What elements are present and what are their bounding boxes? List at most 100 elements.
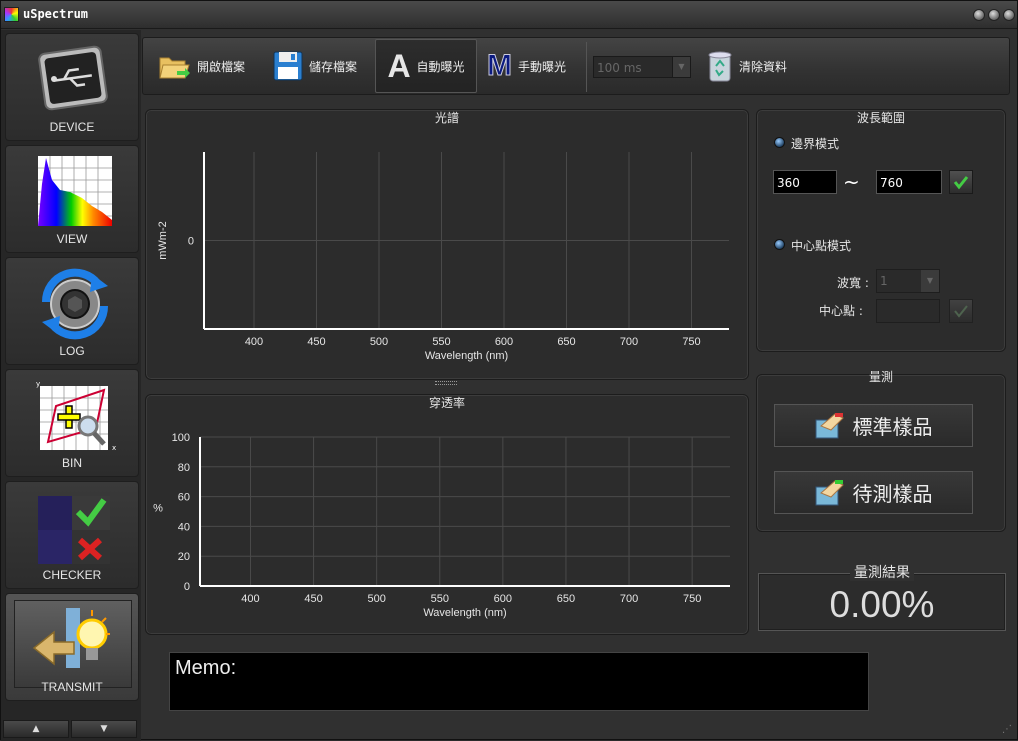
clear-data-label: 清除資料: [739, 59, 788, 74]
measurement-panel-title: 量測: [868, 370, 893, 384]
x-tick-label: 700: [620, 593, 638, 605]
save-file-label: 儲存檔案: [309, 59, 358, 74]
y-tick-label: 60: [178, 492, 190, 504]
center-point-label: 中心點 :: [819, 304, 863, 318]
spectrum-panel-title: 光譜: [434, 111, 459, 125]
x-tick-label: 600: [494, 593, 512, 605]
x-tick-label: 450: [304, 593, 322, 605]
save-file-button[interactable]: 儲存檔案: [273, 39, 357, 93]
open-file-label: 開啟檔案: [197, 59, 246, 74]
auto-a-icon: A: [387, 47, 411, 84]
sidebar-item-view[interactable]: VIEW: [5, 145, 139, 253]
exposure-time-select[interactable]: 100 ms ▼: [593, 56, 691, 78]
sidebar-item-checker[interactable]: CHECKER: [5, 481, 139, 589]
manual-exposure-label: 手動曝光: [518, 59, 567, 74]
auto-exposure-button[interactable]: A 自動曝光: [375, 39, 477, 93]
transmit-bulb-icon: [32, 608, 110, 668]
close-button[interactable]: [1003, 9, 1015, 21]
sidebar: DEVICE VIEW LOG y x BIN CHECKER TRANSMIT…: [1, 30, 141, 741]
open-file-button[interactable]: 開啟檔案: [159, 39, 245, 93]
transmittance-panel-title: 穿透率: [428, 396, 465, 410]
bandwidth-label: 波寬 :: [837, 276, 869, 290]
sidebar-item-bin[interactable]: yx BIN: [5, 369, 139, 477]
save-floppy-icon: [273, 51, 303, 81]
x-tick-label: 750: [683, 593, 701, 605]
apply-range-button[interactable]: [949, 170, 973, 194]
open-folder-icon: [159, 57, 190, 79]
manual-exposure-button[interactable]: M 手動曝光: [487, 39, 567, 93]
window-title: uSpectrum: [23, 7, 89, 21]
manual-m-icon: M: [487, 49, 513, 83]
auto-exposure-label: 自動曝光: [416, 59, 465, 74]
toolbar-divider: [586, 42, 587, 92]
x-tick-label: 650: [557, 593, 575, 605]
center-point-input[interactable]: [876, 299, 940, 323]
sidebar-item-device[interactable]: DEVICE: [5, 33, 139, 141]
y-axis-label: mWm-2: [157, 221, 169, 260]
standard-sample-button[interactable]: 標準樣品: [774, 404, 973, 447]
spectrum-panel: 光譜 400 450 500 550 600 650 700 750 0 Wavelength (…: [145, 109, 749, 380]
minimize-button[interactable]: [973, 9, 985, 21]
transmittance-panel: 穿透率 400 450 500 550 600 650 700 750 0 20 40 60 80 100…: [145, 394, 749, 635]
sidebar-item-label: DEVICE: [49, 120, 95, 134]
apply-center-button[interactable]: [949, 299, 973, 323]
refresh-log-icon: [41, 268, 109, 340]
app-window: uSpectrum DEVICE VIEW LOG y x BIN CHECKE…: [0, 0, 1018, 741]
wavelength-range-panel: 波長範圍 邊界模式 360 ~ 760 中心點模式 波寬 : 1 ▼ 中心點 :: [756, 109, 1006, 352]
checkmark-icon: [954, 305, 968, 318]
boundary-mode-label: 邊界模式: [791, 137, 840, 151]
measurement-result: 量測結果 0.00%: [758, 565, 1006, 631]
spectrum-chart: 400 450 500 550 600 650 700 750 0 Wavelength (nm)…: [157, 152, 729, 362]
min-wavelength-input[interactable]: 360: [773, 170, 837, 194]
center-mode-label: 中心點模式: [791, 239, 852, 253]
sidebar-item-log[interactable]: LOG: [5, 257, 139, 365]
x-tick-label: 600: [495, 336, 513, 348]
exposure-time-value: 100 ms: [597, 61, 642, 75]
scroll-down-button[interactable]: ▼: [71, 720, 137, 738]
splitter-handle[interactable]: [435, 381, 457, 385]
transmittance-chart: 400 450 500 550 600 650 700 750 0 20 40 60 80 100 Wave…: [153, 432, 730, 619]
toolbar: 開啟檔案 儲存檔案 A 自動曝光 M 手動曝光 100 ms ▼ 清除資料: [142, 37, 1010, 95]
svg-text:x: x: [112, 444, 116, 452]
usb-device-icon: [38, 45, 108, 111]
x-tick-label: 550: [432, 336, 450, 348]
sidebar-item-label: BIN: [61, 456, 82, 470]
test-sample-button[interactable]: 待測樣品: [774, 471, 973, 514]
y-tick-label: 80: [178, 462, 190, 474]
y-tick-label: 20: [178, 551, 190, 563]
clear-data-button[interactable]: 清除資料: [707, 39, 787, 93]
boundary-mode-radio[interactable]: [774, 137, 785, 148]
spectrum-view-icon: [38, 156, 112, 226]
x-tick-label: 400: [241, 593, 259, 605]
bandwidth-select[interactable]: 1 ▼: [876, 269, 940, 293]
resize-grip-icon[interactable]: ⋰: [1002, 724, 1014, 736]
x-tick-label: 500: [370, 336, 388, 348]
chevron-down-icon: ▼: [921, 270, 939, 292]
y-axis-label: %: [153, 503, 163, 515]
y-tick-label: 40: [178, 521, 190, 533]
center-mode-radio[interactable]: [774, 239, 785, 250]
y-tick-label: 0: [188, 236, 194, 248]
title-bar: uSpectrum: [1, 1, 1017, 29]
result-title: 量測結果: [850, 565, 914, 581]
scroll-up-button[interactable]: ▲: [3, 720, 69, 738]
y-tick-label: 100: [172, 432, 190, 444]
sidebar-scroll: ▲ ▼: [1, 720, 141, 741]
x-tick-label: 500: [367, 593, 385, 605]
maximize-button[interactable]: [988, 9, 1000, 21]
sidebar-item-transmit[interactable]: TRANSMIT: [5, 593, 139, 701]
x-tick-label: 650: [557, 336, 575, 348]
memo-label: Memo:: [175, 657, 237, 679]
standard-sample-label: 標準樣品: [852, 415, 933, 439]
x-tick-label: 450: [307, 336, 325, 348]
memo-box[interactable]: Memo:: [169, 652, 869, 711]
sidebar-item-label: CHECKER: [42, 568, 102, 582]
measurement-panel: 量測 標準樣品 待測樣品: [756, 370, 1006, 532]
x-tick-label: 400: [245, 336, 263, 348]
x-tick-label: 550: [431, 593, 449, 605]
x-axis-label: Wavelength (nm): [423, 607, 506, 619]
bandwidth-value: 1: [880, 274, 888, 288]
max-wavelength-input[interactable]: 760: [876, 170, 942, 194]
x-tick-label: 700: [620, 336, 638, 348]
test-sample-label: 待測樣品: [852, 482, 933, 506]
